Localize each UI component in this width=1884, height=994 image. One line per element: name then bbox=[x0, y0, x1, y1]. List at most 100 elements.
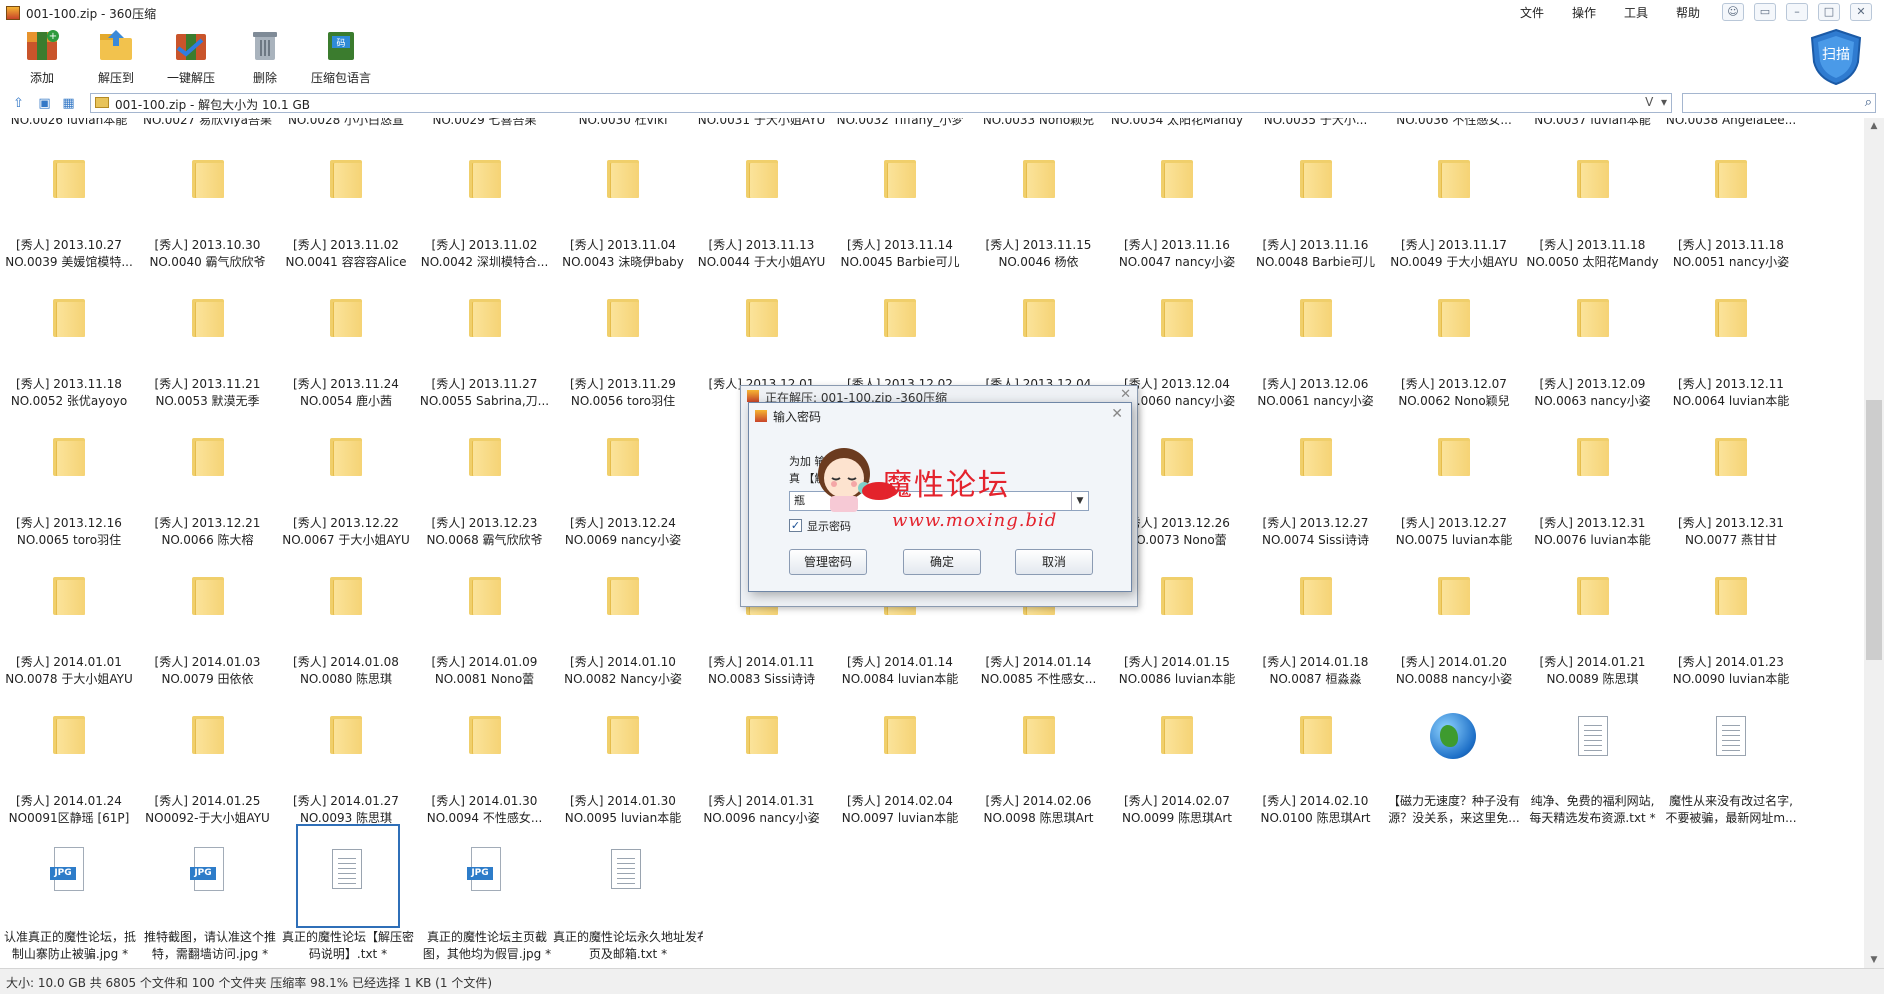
ok-button[interactable]: 确定 bbox=[903, 549, 981, 575]
file-item-label[interactable]: 真正的魔性论坛永久地址发布 页及邮箱.txt * bbox=[553, 929, 703, 963]
file-item-label[interactable]: [秀人] 2013.11.18 NO.0051 nancy小姿 bbox=[1662, 237, 1800, 271]
file-item-label[interactable]: [秀人] 2013.11.16 NO.0048 Barbie可儿 bbox=[1247, 237, 1385, 271]
file-item-label[interactable]: 认准真正的魔性论坛，抵 制山寨防止被骗.jpg * bbox=[0, 929, 140, 963]
manage-password-button[interactable]: 管理密码 bbox=[789, 549, 867, 575]
file-item-label[interactable]: [秀人] 2014.01.30 NO.0095 luvian本能 bbox=[554, 793, 692, 827]
file-item-label[interactable]: [秀人] 2013.11.02 NO.0042 深圳模特合... bbox=[416, 237, 554, 271]
file-item-label[interactable]: [秀人] 2013.11.24 NO.0054 鹿小茜 bbox=[277, 376, 415, 410]
file-item-label[interactable]: [秀人] 2014.01.01 NO.0078 于大小姐AYU bbox=[0, 654, 138, 688]
file-item-label[interactable]: NO.0036 不性感女... bbox=[1385, 118, 1523, 129]
file-item-label[interactable]: NO.0030 杜viki bbox=[554, 118, 692, 129]
vertical-scrollbar[interactable]: ▲ ▼ bbox=[1864, 118, 1884, 968]
file-item-label[interactable]: [秀人] 2014.01.08 NO.0080 陈思琪 bbox=[277, 654, 415, 688]
file-item-label[interactable]: [秀人] 2013.11.29 NO.0056 toro羽住 bbox=[554, 376, 692, 410]
scan-button[interactable]: 扫描 bbox=[1808, 28, 1864, 86]
file-item-label[interactable]: [秀人] 2014.02.07 NO.0099 陈思琪Art bbox=[1108, 793, 1246, 827]
chevron-down-icon[interactable]: ▼ bbox=[1071, 492, 1088, 510]
file-item-label[interactable]: [秀人] 2013.11.18 NO.0052 张优ayoyo bbox=[0, 376, 138, 410]
address-bar[interactable]: 001-100.zip - 解包大小为 10.1 GB V ▾ bbox=[90, 93, 1672, 113]
file-item-label[interactable]: NO.0038 AngelaLee... bbox=[1662, 118, 1800, 129]
file-item-label[interactable]: [秀人] 2013.12.22 NO.0067 于大小姐AYU bbox=[277, 515, 415, 549]
file-item-label[interactable]: [秀人] 2014.01.30 NO.0094 不性感女... bbox=[416, 793, 554, 827]
file-item-label[interactable]: [秀人] 2013.10.30 NO.0040 霸气欣欣爷 bbox=[139, 237, 277, 271]
file-item-label[interactable]: [秀人] 2013.11.04 NO.0043 沫晓伊baby bbox=[554, 237, 692, 271]
file-item-label[interactable]: [秀人] 2013.11.17 NO.0049 于大小姐AYU bbox=[1385, 237, 1523, 271]
add-button[interactable]: + 添加 bbox=[20, 28, 64, 86]
file-item-label[interactable]: NO.0035 于大小... bbox=[1247, 118, 1385, 129]
file-item-label[interactable]: [秀人] 2013.12.16 NO.0065 toro羽住 bbox=[0, 515, 138, 549]
file-item-label[interactable]: [秀人] 2014.02.06 NO.0098 陈思琪Art bbox=[970, 793, 1108, 827]
up-arrow-icon[interactable]: ⇧ bbox=[10, 95, 27, 112]
cancel-button[interactable]: 取消 bbox=[1015, 549, 1093, 575]
file-item-label[interactable]: [秀人] 2014.01.21 NO.0089 陈思琪 bbox=[1524, 654, 1662, 688]
menu-file[interactable]: 文件 bbox=[1520, 4, 1544, 21]
file-item-label[interactable]: [秀人] 2013.11.02 NO.0041 容容容Alice bbox=[277, 237, 415, 271]
file-item-label[interactable]: NO.0037 luvian本能 bbox=[1524, 118, 1662, 129]
file-item-label[interactable]: [秀人] 2014.01.23 NO.0090 luvian本能 bbox=[1662, 654, 1800, 688]
file-item-label[interactable]: NO.0029 七喜吾果 bbox=[416, 118, 554, 129]
file-item-label[interactable]: [秀人] 2013.11.15 NO.0046 杨依 bbox=[970, 237, 1108, 271]
menu-operate[interactable]: 操作 bbox=[1572, 4, 1596, 21]
file-item-label[interactable]: [秀人] 2013.11.14 NO.0045 Barbie可儿 bbox=[831, 237, 969, 271]
scroll-down-arrow[interactable]: ▼ bbox=[1864, 952, 1884, 968]
file-item-label[interactable]: [秀人] 2013.11.13 NO.0044 于大小姐AYU bbox=[693, 237, 831, 271]
skin-icon[interactable]: ☺ bbox=[1722, 3, 1744, 21]
file-item-label[interactable]: [秀人] 2014.01.03 NO.0079 田依依 bbox=[139, 654, 277, 688]
file-item-label[interactable]: 真正的魔性论坛主页截 图，其他均为假冒.jpg * bbox=[417, 929, 557, 963]
close-icon[interactable]: ✕ bbox=[1850, 3, 1872, 21]
file-item-label[interactable]: [秀人] 2014.01.31 NO.0096 nancy小姿 bbox=[693, 793, 831, 827]
address-dropdown[interactable]: V ▾ bbox=[1645, 95, 1667, 109]
extract-to-button[interactable]: 解压到 bbox=[94, 28, 138, 86]
file-item-label[interactable]: NO.0034 太阳花Mandy bbox=[1108, 118, 1246, 129]
file-item-label[interactable]: 【磁力无速度？种子没有 源？没关系，来这里免... bbox=[1385, 793, 1523, 827]
file-item-label[interactable]: NO.0033 Nono颖兒 bbox=[970, 118, 1108, 129]
one-click-extract-button[interactable]: 一键解压 bbox=[166, 28, 216, 86]
file-item-label[interactable]: [秀人] 2014.01.15 NO.0086 luvian本能 bbox=[1108, 654, 1246, 688]
close-icon[interactable]: ✕ bbox=[1111, 406, 1123, 422]
file-item-label[interactable]: [秀人] 2014.01.24 NO0091区静瑶 [61P] bbox=[0, 793, 138, 827]
file-item-label[interactable]: [秀人] 2014.01.09 NO.0081 Nono蕾 bbox=[416, 654, 554, 688]
scroll-up-arrow[interactable]: ▲ bbox=[1864, 118, 1884, 134]
file-item-label[interactable]: [秀人] 2013.12.31 NO.0077 燕甘甘 bbox=[1662, 515, 1800, 549]
file-item-label[interactable]: [秀人] 2013.12.24 NO.0069 nancy小姿 bbox=[554, 515, 692, 549]
file-item-label[interactable]: NO.0027 易欣viya吾果 bbox=[139, 118, 277, 129]
file-item-label[interactable]: [秀人] 2013.11.16 NO.0047 nancy小姿 bbox=[1108, 237, 1246, 271]
menu-icon[interactable]: ▭ bbox=[1754, 3, 1776, 21]
file-item-label[interactable]: 纯净、免费的福利网站, 每天精选发布资源.txt * bbox=[1524, 793, 1662, 827]
archive-language-button[interactable]: 码 压缩包语言 bbox=[310, 28, 372, 86]
file-item-label[interactable]: [秀人] 2013.12.11 NO.0064 luvian本能 bbox=[1662, 376, 1800, 410]
file-item-label[interactable]: [秀人] 2014.01.27 NO.0093 陈思琪 bbox=[277, 793, 415, 827]
file-item-label[interactable]: [秀人] 2013.12.23 NO.0068 霸气欣欣爷 bbox=[416, 515, 554, 549]
selected-item-outline[interactable] bbox=[296, 824, 400, 928]
file-item-label[interactable]: [秀人] 2014.02.10 NO.0100 陈思琪Art bbox=[1247, 793, 1385, 827]
file-item-label[interactable]: [秀人] 2014.01.20 NO.0088 nancy小姿 bbox=[1385, 654, 1523, 688]
file-item-label[interactable]: [秀人] 2014.01.18 NO.0087 桓淼淼 bbox=[1247, 654, 1385, 688]
scroll-thumb[interactable] bbox=[1866, 400, 1882, 660]
file-item-label[interactable]: NO.0031 于大小姐AYU bbox=[693, 118, 831, 129]
delete-button[interactable]: 删除 bbox=[243, 28, 287, 86]
file-item-label[interactable]: [秀人] 2013.12.21 NO.0066 陈大榕 bbox=[139, 515, 277, 549]
file-item-label[interactable]: NO.0032 Tiffany_小梦 bbox=[831, 118, 969, 129]
file-item-label[interactable]: [秀人] 2014.01.10 NO.0082 Nancy小姿 bbox=[554, 654, 692, 688]
view-detail-icon[interactable]: ▣ bbox=[36, 95, 53, 112]
file-item-label[interactable]: [秀人] 2013.10.27 NO.0039 美媛馆模特... bbox=[0, 237, 138, 271]
minimize-icon[interactable]: – bbox=[1786, 3, 1808, 21]
search-input[interactable]: ⌕ bbox=[1682, 93, 1876, 113]
file-item-label[interactable]: [秀人] 2013.11.18 NO.0050 太阳花Mandy bbox=[1524, 237, 1662, 271]
menu-tools[interactable]: 工具 bbox=[1624, 4, 1648, 21]
file-item-label[interactable]: [秀人] 2013.11.21 NO.0053 默漠无季 bbox=[139, 376, 277, 410]
file-item-label[interactable]: [秀人] 2013.12.07 NO.0062 Nono颖兒 bbox=[1385, 376, 1523, 410]
file-item-label[interactable]: [秀人] 2013.12.06 NO.0061 nancy小姿 bbox=[1247, 376, 1385, 410]
menu-help[interactable]: 帮助 bbox=[1676, 4, 1700, 21]
file-item-label[interactable]: [秀人] 2013.12.31 NO.0076 luvian本能 bbox=[1524, 515, 1662, 549]
file-item-label[interactable]: [秀人] 2013.12.09 NO.0063 nancy小姿 bbox=[1524, 376, 1662, 410]
file-item-label[interactable]: [秀人] 2013.12.27 NO.0074 Sissi诗诗 bbox=[1247, 515, 1385, 549]
file-item-label[interactable]: [秀人] 2014.01.25 NO0092-于大小姐AYU bbox=[139, 793, 277, 827]
file-item-label[interactable]: 真正的魔性论坛【解压密 码说明】.txt * bbox=[278, 929, 418, 963]
file-item-label[interactable]: NO.0028 小小白悠宣 bbox=[277, 118, 415, 129]
close-icon[interactable]: ✕ bbox=[1120, 387, 1131, 402]
file-item-label[interactable]: [秀人] 2014.01.14 NO.0084 luvian本能 bbox=[831, 654, 969, 688]
file-item-label[interactable]: [秀人] 2014.01.11 NO.0083 Sissi诗诗 bbox=[693, 654, 831, 688]
file-item-label[interactable]: [秀人] 2014.02.04 NO.0097 luvian本能 bbox=[831, 793, 969, 827]
show-password-checkbox[interactable]: ✓ bbox=[789, 519, 802, 532]
